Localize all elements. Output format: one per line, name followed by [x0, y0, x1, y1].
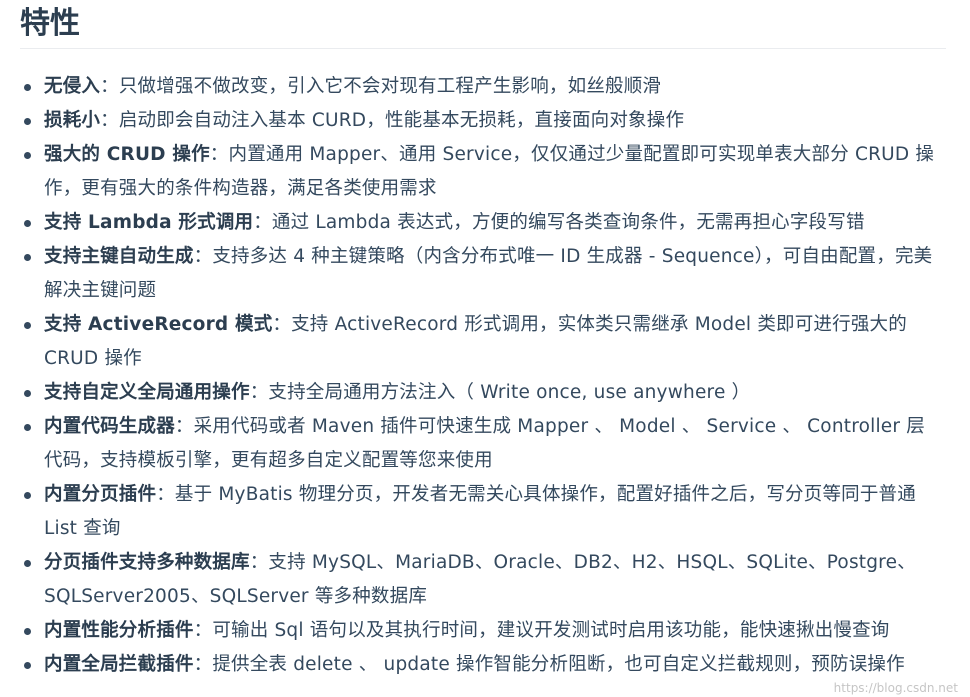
feature-separator: ：: [100, 76, 119, 97]
watermark: https://blog.csdn.net: [833, 681, 958, 695]
feature-separator: ：: [209, 144, 229, 165]
feature-description: 启动即会自动注入基本 CURD，性能基本无损耗，直接面向对象操作: [118, 110, 685, 131]
feature-separator: ：: [174, 416, 194, 437]
feature-page: 特性 无侵入：只做增强不做改变，引入它不会对现有工程产生影响，如丝般顺滑 损耗小…: [0, 0, 970, 697]
feature-item: 内置性能分析插件：可输出 Sql 语句以及其执行时间，建议开发测试时启用该功能，…: [0, 614, 960, 648]
feature-name: 支持 ActiveRecord 模式: [44, 314, 273, 335]
bullet-icon: [24, 628, 31, 635]
feature-separator: ：: [249, 552, 269, 573]
section-heading: 特性: [20, 6, 80, 41]
bullet-icon: [24, 560, 31, 567]
feature-name: 强大的 CRUD 操作: [44, 144, 210, 165]
feature-description: 提供全表 delete 、 update 操作智能分析阻断，也可自定义拦截规则，…: [212, 654, 905, 675]
feature-name: 分页插件支持多种数据库: [44, 552, 250, 573]
feature-name: 内置全局拦截插件: [44, 654, 194, 675]
feature-separator: ：: [193, 246, 213, 267]
feature-item: 支持 ActiveRecord 模式：支持 ActiveRecord 形式调用，…: [0, 308, 960, 376]
bullet-icon: [24, 662, 31, 669]
feature-description: 基于 MyBatis 物理分页，开发者无需关心具体操作，配置好插件之后，写分页等…: [44, 484, 916, 539]
feature-name: 内置性能分析插件: [44, 620, 194, 641]
feature-item: 强大的 CRUD 操作：内置通用 Mapper、通用 Service，仅仅通过少…: [0, 138, 960, 206]
feature-description: 只做增强不做改变，引入它不会对现有工程产生影响，如丝般顺滑: [118, 76, 662, 97]
feature-name: 支持主键自动生成: [44, 246, 194, 267]
bullet-icon: [24, 322, 31, 329]
feature-name: 无侵入: [44, 76, 101, 97]
feature-item: 内置全局拦截插件：提供全表 delete 、 update 操作智能分析阻断，也…: [0, 648, 960, 682]
bullet-icon: [24, 390, 31, 397]
feature-item: 内置代码生成器：采用代码或者 Maven 插件可快速生成 Mapper 、 Mo…: [0, 410, 960, 478]
bullet-icon: [24, 220, 31, 227]
feature-item: 支持主键自动生成：支持多达 4 种主键策略（内含分布式唯一 ID 生成器 - S…: [0, 240, 960, 308]
feature-description: 可输出 Sql 语句以及其执行时间，建议开发测试时启用该功能，能快速揪出慢查询: [212, 620, 890, 641]
feature-list: 无侵入：只做增强不做改变，引入它不会对现有工程产生影响，如丝般顺滑 损耗小：启动…: [0, 70, 960, 682]
feature-separator: ：: [272, 314, 292, 335]
feature-item: 内置分页插件：基于 MyBatis 物理分页，开发者无需关心具体操作，配置好插件…: [0, 478, 960, 546]
feature-separator: ：: [100, 110, 119, 131]
feature-item: 损耗小：启动即会自动注入基本 CURD，性能基本无损耗，直接面向对象操作: [0, 104, 960, 138]
bullet-icon: [24, 492, 31, 499]
bullet-icon: [24, 254, 31, 261]
bullet-icon: [24, 118, 31, 125]
feature-name: 内置代码生成器: [44, 416, 175, 437]
feature-item: 分页插件支持多种数据库：支持 MySQL、MariaDB、Oracle、DB2、…: [0, 546, 960, 614]
feature-name: 内置分页插件: [44, 484, 157, 505]
bullet-icon: [24, 424, 31, 431]
feature-separator: ：: [156, 484, 175, 505]
feature-separator: ：: [253, 212, 272, 233]
bullet-icon: [24, 84, 31, 91]
heading-divider: [20, 48, 946, 49]
feature-name: 支持 Lambda 形式调用: [44, 212, 254, 233]
feature-separator: ：: [193, 620, 213, 641]
feature-separator: ：: [249, 382, 269, 403]
feature-name: 损耗小: [44, 110, 101, 131]
feature-name: 支持自定义全局通用操作: [44, 382, 250, 403]
feature-item: 支持 Lambda 形式调用：通过 Lambda 表达式，方便的编写各类查询条件…: [0, 206, 960, 240]
feature-separator: ：: [193, 654, 213, 675]
feature-item: 无侵入：只做增强不做改变，引入它不会对现有工程产生影响，如丝般顺滑: [0, 70, 960, 104]
bullet-icon: [24, 152, 31, 159]
feature-description: 支持全局通用方法注入（ Write once, use anywhere ）: [268, 382, 751, 403]
feature-item: 支持自定义全局通用操作：支持全局通用方法注入（ Write once, use …: [0, 376, 960, 410]
feature-description: 通过 Lambda 表达式，方便的编写各类查询条件，无需再担心字段写错: [271, 212, 865, 233]
